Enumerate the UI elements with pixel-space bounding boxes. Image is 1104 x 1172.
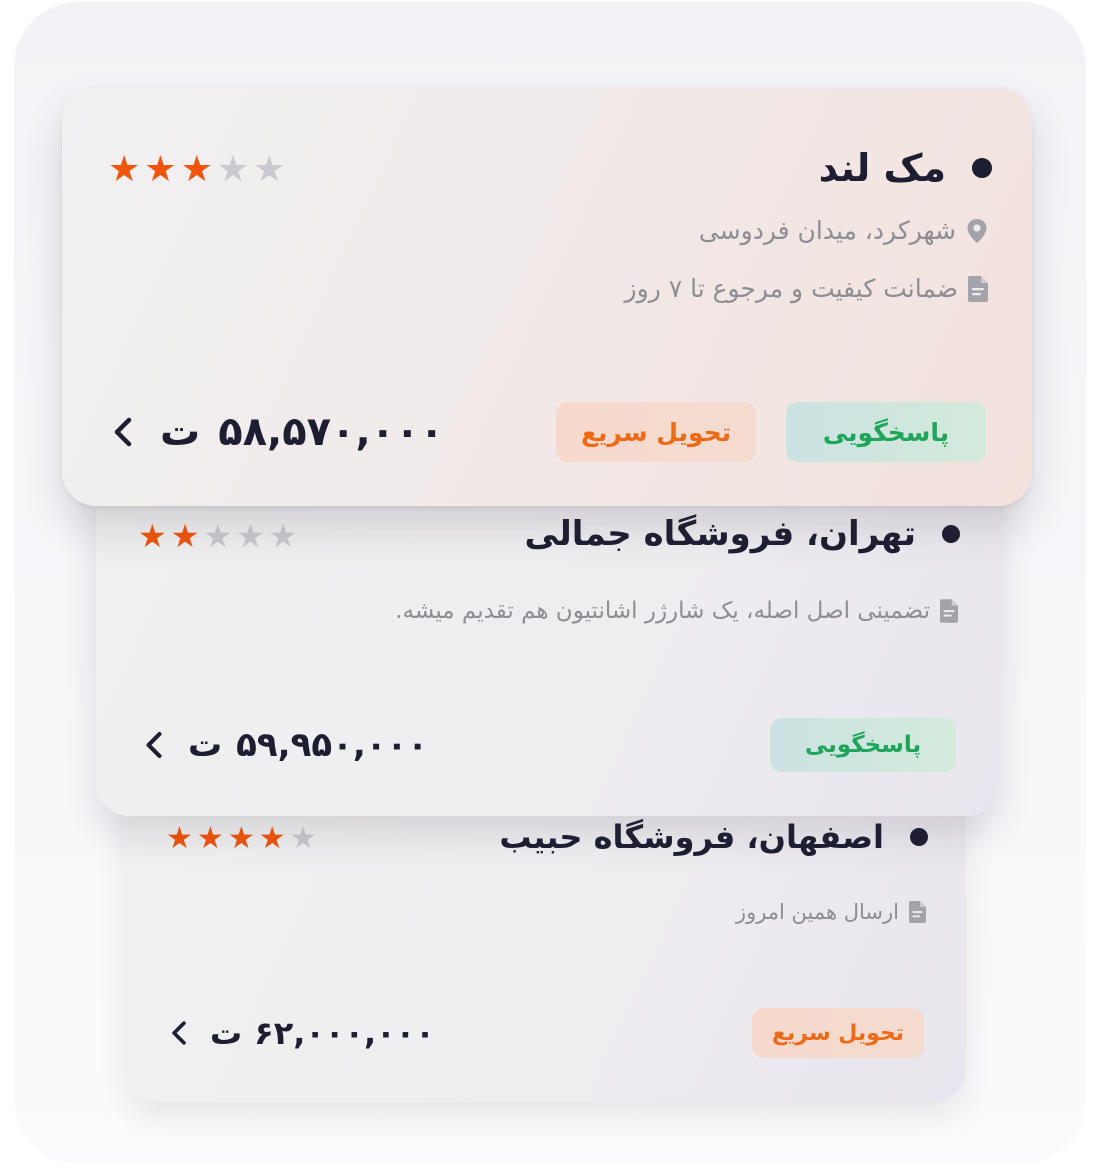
star-icon: ★: [166, 821, 193, 856]
seller-name: تهران، فروشگاه جمالی: [524, 514, 916, 554]
star-icon: ★: [170, 517, 200, 555]
star-icon: ★: [289, 821, 317, 856]
seller-card-1[interactable]: مک لند ★ ★ ★ ★ ★ شهرکرد، میدان فردوسی ضم…: [62, 88, 1032, 506]
badges: تحویل سریع: [752, 1008, 924, 1058]
bullet-dot: [910, 828, 928, 846]
currency-label: ت: [160, 409, 201, 455]
star-icon: ★: [227, 821, 255, 856]
currency-label: ت: [188, 725, 223, 765]
price-row[interactable]: ت ۵۸,۵۷۰,۰۰۰: [112, 402, 444, 462]
note-text: ارسال همین امروز: [735, 900, 899, 924]
chevron-left-icon[interactable]: [112, 417, 134, 447]
star-icon: ★: [196, 821, 224, 856]
badge-responsive: پاسخگویی: [786, 402, 986, 462]
rating-stars: ★ ★ ★ ★ ★: [166, 824, 317, 854]
bullet-dot: [942, 525, 960, 543]
note-row: تضمینی اصل اصله، یک شارژر اشانتیون هم تق…: [395, 598, 958, 624]
location-pin-icon: [966, 218, 988, 244]
badges: پاسخگویی تحویل سریع: [556, 402, 986, 462]
star-icon: ★: [138, 517, 167, 555]
star-icon: ★: [268, 517, 298, 555]
badge-responsive: پاسخگویی: [770, 718, 956, 772]
price-value: ۵۸,۵۷۰,۰۰۰: [218, 409, 444, 455]
location-text: شهرکرد، میدان فردوسی: [698, 216, 956, 245]
bullet-dot: [972, 158, 992, 178]
seller-name: اصفهان، فروشگاه حبیب: [499, 818, 884, 856]
badges: پاسخگویی: [770, 718, 956, 772]
seller-title-row: مک لند: [819, 146, 992, 190]
star-icon: ★: [144, 149, 177, 190]
price-row[interactable]: ت ۶۲,۰۰۰,۰۰۰: [170, 1008, 435, 1058]
star-icon: ★: [236, 517, 265, 555]
document-icon: [940, 599, 958, 623]
rating-stars: ★ ★ ★ ★ ★: [108, 152, 285, 188]
chevron-left-icon[interactable]: [144, 731, 164, 759]
star-icon: ★: [180, 149, 213, 190]
badge-fast-delivery: تحویل سریع: [752, 1008, 924, 1058]
star-icon: ★: [258, 821, 286, 856]
seller-title-row: تهران، فروشگاه جمالی: [525, 514, 960, 554]
document-icon: [968, 275, 988, 302]
price-row[interactable]: ت ۵۹,۹۵۰,۰۰۰: [144, 718, 428, 772]
star-icon: ★: [203, 517, 233, 555]
note-row: ضمانت کیفیت و مرجوع تا ۷ روز: [625, 274, 988, 303]
badge-fast-delivery: تحویل سریع: [556, 402, 756, 462]
location-row: شهرکرد، میدان فردوسی: [699, 216, 988, 245]
seller-name: مک لند: [818, 146, 946, 190]
rating-stars: ★ ★ ★ ★ ★: [138, 520, 297, 552]
note-text: تضمینی اصل اصله، یک شارژر اشانتیون هم تق…: [395, 598, 930, 624]
price-value: ۵۹,۹۵۰,۰۰۰: [236, 725, 429, 765]
star-icon: ★: [253, 149, 286, 190]
star-icon: ★: [108, 149, 141, 190]
note-text: ضمانت کیفیت و مرجوع تا ۷ روز: [624, 274, 958, 303]
currency-label: ت: [210, 1014, 243, 1052]
document-icon: [909, 901, 926, 923]
star-icon: ★: [216, 149, 250, 190]
price-value: ۶۲,۰۰۰,۰۰۰: [254, 1014, 435, 1052]
chevron-left-icon[interactable]: [170, 1020, 188, 1046]
seller-title-row: اصفهان، فروشگاه حبیب: [499, 818, 928, 856]
note-row: ارسال همین امروز: [736, 900, 926, 924]
